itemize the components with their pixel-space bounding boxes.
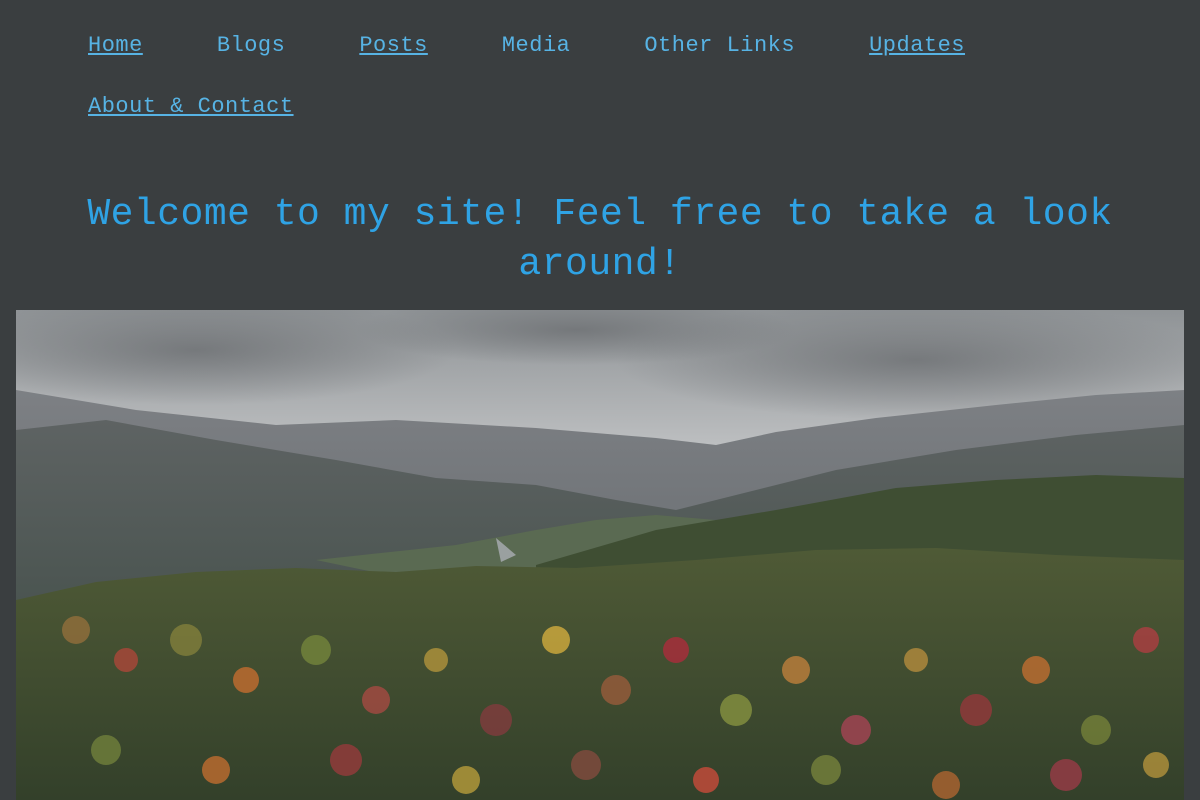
nav-link-other-links[interactable]: Other Links — [644, 28, 795, 64]
nav-link-about-contact[interactable]: About & Contact — [88, 89, 294, 125]
nav-link-posts[interactable]: Posts — [359, 28, 428, 64]
page: Home Blogs Posts Media Other Links Updat… — [0, 0, 1200, 800]
landscape-photo-icon — [16, 310, 1184, 800]
welcome-heading: Welcome to my site! Feel free to take a … — [87, 193, 1113, 286]
nav-link-updates[interactable]: Updates — [869, 28, 965, 64]
nav-link-home[interactable]: Home — [88, 28, 143, 64]
hero-landscape-image — [16, 310, 1184, 800]
top-navigation: Home Blogs Posts Media Other Links Updat… — [88, 28, 1148, 150]
nav-row-secondary: About & Contact — [88, 89, 1148, 150]
nav-link-media[interactable]: Media — [502, 28, 571, 64]
nav-row-primary: Home Blogs Posts Media Other Links Updat… — [88, 28, 1148, 89]
nav-link-blogs[interactable]: Blogs — [217, 28, 286, 64]
